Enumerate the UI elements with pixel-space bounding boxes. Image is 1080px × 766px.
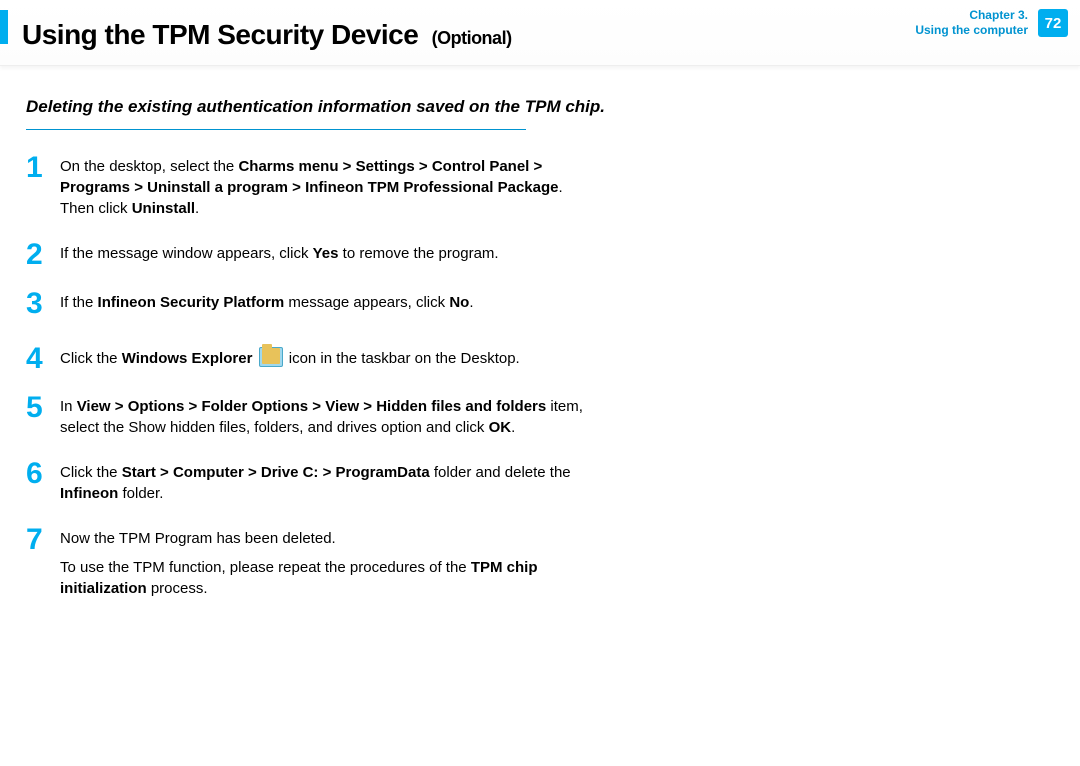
- step-7: 7 Now the TPM Program has been deleted. …: [26, 526, 586, 607]
- step-text: Click the: [60, 464, 122, 481]
- chapter-block: Chapter 3. Using the computer 72: [915, 8, 1068, 38]
- step-bold: No: [449, 294, 469, 311]
- step-text: process.: [147, 580, 208, 597]
- step-text: If the: [60, 294, 98, 311]
- step-text: to remove the program.: [339, 245, 499, 262]
- step-number: 4: [26, 345, 46, 372]
- step-text: .: [511, 419, 515, 436]
- page-number-box: 72: [1038, 9, 1068, 37]
- step-text: .: [469, 294, 473, 311]
- step-text: message appears, click: [284, 294, 449, 311]
- step-bold: View > Options > Folder Options > View >…: [77, 398, 547, 415]
- step-text: On the desktop, select the: [60, 158, 238, 175]
- windows-explorer-icon: [259, 347, 283, 367]
- content-column: Deleting the existing authentication inf…: [0, 66, 640, 607]
- step-body: Click the Windows Explorer icon in the t…: [60, 345, 520, 369]
- step-number: 6: [26, 460, 46, 487]
- section-rule: [26, 129, 526, 130]
- chapter-line-1: Chapter 3.: [915, 8, 1028, 23]
- page-number: 72: [1045, 15, 1062, 32]
- step-text: icon in the taskbar on the Desktop.: [289, 350, 520, 367]
- step-bold: OK: [489, 419, 512, 436]
- step-bold: Infineon: [60, 485, 118, 502]
- step-text: To use the TPM function, please repeat t…: [60, 559, 471, 576]
- step-body: Click the Start > Computer > Drive C: > …: [60, 460, 586, 504]
- step-bold: Windows Explorer: [122, 350, 253, 367]
- title-wrap: Using the TPM Security Device (Optional): [0, 8, 512, 51]
- step-text: Now the TPM Program has been deleted.: [60, 528, 586, 549]
- step-1: 1 On the desktop, select the Charms menu…: [26, 154, 586, 219]
- steps-list: 1 On the desktop, select the Charms menu…: [26, 154, 640, 607]
- step-number: 1: [26, 154, 46, 181]
- step-text: To use the TPM function, please repeat t…: [60, 557, 586, 599]
- step-text: In: [60, 398, 77, 415]
- step-body: Now the TPM Program has been deleted. To…: [60, 526, 586, 607]
- step-number: 3: [26, 290, 46, 317]
- step-6: 6 Click the Start > Computer > Drive C: …: [26, 460, 586, 504]
- step-body: If the Infineon Security Platform messag…: [60, 290, 473, 313]
- step-number: 7: [26, 526, 46, 553]
- step-text: Click the: [60, 350, 122, 367]
- step-3: 3 If the Infineon Security Platform mess…: [26, 290, 586, 317]
- step-body: On the desktop, select the Charms menu >…: [60, 154, 586, 219]
- step-4: 4 Click the Windows Explorer icon in the…: [26, 345, 586, 372]
- page-title-optional: (Optional): [432, 28, 512, 48]
- step-body: If the message window appears, click Yes…: [60, 241, 499, 264]
- page-title: Using the TPM Security Device (Optional): [22, 19, 512, 51]
- chapter-line-2: Using the computer: [915, 23, 1028, 38]
- page-header: Using the TPM Security Device (Optional)…: [0, 0, 1080, 66]
- chapter-text: Chapter 3. Using the computer: [915, 8, 1028, 38]
- step-bold: Infineon Security Platform: [98, 294, 285, 311]
- step-2: 2 If the message window appears, click Y…: [26, 241, 586, 268]
- step-body: In View > Options > Folder Options > Vie…: [60, 394, 586, 438]
- step-text: If the message window appears, click: [60, 245, 313, 262]
- section-heading: Deleting the existing authentication inf…: [26, 96, 640, 119]
- step-text: .: [195, 200, 199, 217]
- step-bold: Start > Computer > Drive C: > ProgramDat…: [122, 464, 430, 481]
- step-number: 2: [26, 241, 46, 268]
- page-title-main: Using the TPM Security Device: [22, 19, 418, 50]
- step-text: folder.: [118, 485, 163, 502]
- step-text: folder and delete the: [430, 464, 571, 481]
- step-5: 5 In View > Options > Folder Options > V…: [26, 394, 586, 438]
- step-bold: Uninstall: [132, 200, 195, 217]
- step-number: 5: [26, 394, 46, 421]
- step-bold: Yes: [313, 245, 339, 262]
- title-accent-bar: [0, 10, 8, 44]
